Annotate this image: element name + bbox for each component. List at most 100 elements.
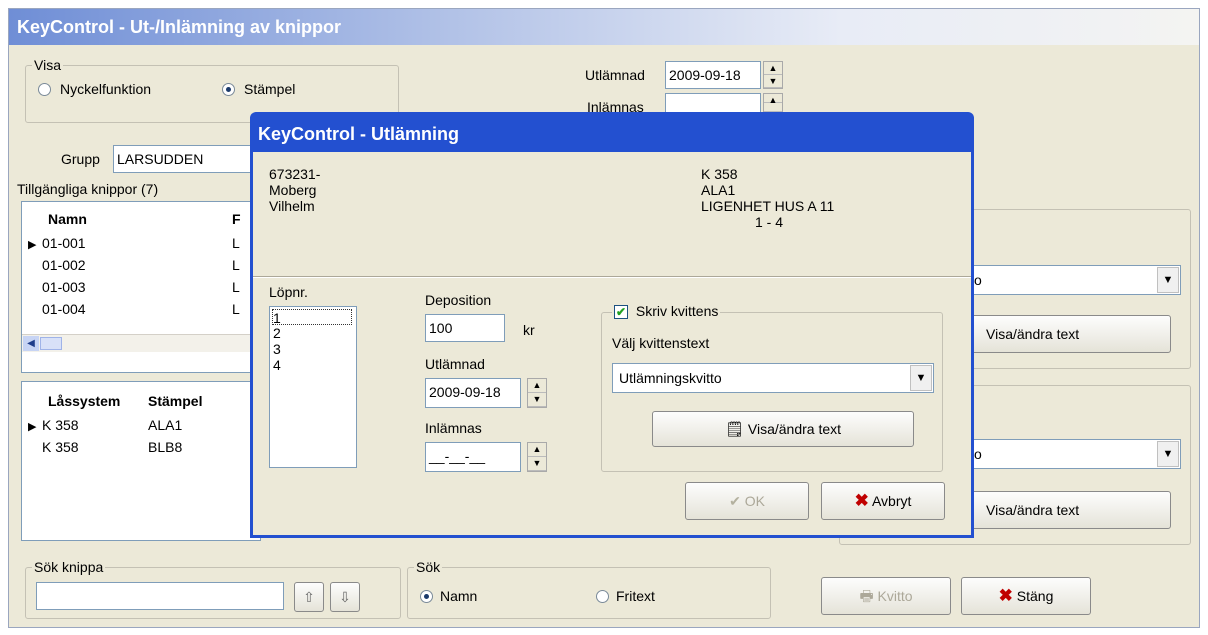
col-namn-header[interactable]: Namn: [48, 211, 87, 227]
col-2-header[interactable]: F: [232, 208, 241, 230]
main-inlamnas-field[interactable]: [665, 93, 761, 113]
sok-fritext-label: Fritext: [616, 588, 655, 604]
col-stampel-header[interactable]: Stämpel: [148, 390, 202, 412]
avbryt-label: Avbryt: [871, 493, 912, 509]
kvittenstext-dropdown[interactable]: Utlämningskvitto ▼: [612, 363, 934, 393]
dialog-utlamnad-spinner[interactable]: ▲ ▼: [527, 378, 547, 408]
right-visa-andra-label-1: Visa/ändra text: [986, 326, 1080, 342]
close-x-icon: ✖: [998, 586, 1013, 605]
visa-legend: Visa: [32, 57, 63, 73]
person-line2: Moberg: [269, 182, 317, 198]
arrow-down-icon[interactable]: ⇩: [330, 582, 360, 612]
deposition-field[interactable]: 100: [425, 314, 505, 342]
knippa-namn: 01-001: [42, 235, 86, 251]
ok-button[interactable]: ✔ OK: [685, 482, 809, 520]
table-row[interactable]: 01-002 L: [28, 254, 260, 276]
person-line3: Vilhelm: [269, 198, 315, 214]
list-item[interactable]: 4: [273, 357, 281, 373]
spin-down-icon[interactable]: ▼: [528, 393, 546, 407]
close-x-icon: ✖: [854, 491, 869, 510]
spin-down-icon[interactable]: ▼: [764, 75, 782, 88]
dialog-utlamnad-field[interactable]: 2009-09-18: [425, 378, 521, 408]
right-visa-andra-button-1[interactable]: Visa/ändra text: [971, 315, 1171, 353]
dialog-visa-andra-button[interactable]: 🗒 Visa/ändra text: [652, 411, 914, 447]
deposition-label: Deposition: [425, 292, 492, 308]
main-inlamnas-spinner[interactable]: ▲: [763, 93, 783, 113]
spin-up-icon[interactable]: ▲: [764, 62, 782, 75]
right-dropdown-2[interactable]: o ▼: [967, 439, 1181, 469]
main-utlamnad-field[interactable]: 2009-09-18: [665, 61, 761, 89]
row-pointer-icon: ▶: [28, 239, 37, 251]
stang-label: Stäng: [1016, 588, 1054, 604]
sok-knippa-group: Sök knippa ⇧ ⇩: [25, 559, 401, 619]
skriv-kvittens-group: ✔ Skriv kvittens Välj kvittenstext Utläm…: [601, 303, 943, 472]
chevron-down-icon[interactable]: ▼: [1157, 441, 1179, 467]
main-utlamnad-label: Utlämnad: [585, 67, 645, 83]
knippa-col2: L: [232, 301, 240, 317]
dialog-inlamnas-field[interactable]: __-__-__: [425, 442, 521, 472]
lopnr-label: Löpnr.: [269, 284, 308, 300]
dialog-separator: [253, 276, 971, 278]
list-item[interactable]: 3: [273, 341, 281, 357]
right-dropdown-1-value: o: [974, 272, 982, 288]
sok-knippa-input[interactable]: [36, 582, 284, 610]
sok-fritext-radio[interactable]: [596, 590, 609, 603]
col-lassystem-header[interactable]: Låssystem: [48, 393, 120, 409]
grupp-field[interactable]: LARSUDDEN: [113, 145, 253, 173]
stampel-radio[interactable]: [222, 83, 235, 96]
right-dropdown-1[interactable]: o ▼: [967, 265, 1181, 295]
knippa-col2: L: [232, 279, 240, 295]
stampel-label: Stämpel: [244, 81, 296, 97]
nyckelfunktion-label: Nyckelfunktion: [60, 81, 152, 97]
table-row[interactable]: 01-004 L: [28, 298, 260, 320]
scroll-left-icon[interactable]: ◀: [23, 336, 39, 351]
stampel-value: ALA1: [148, 417, 183, 433]
list-item[interactable]: 1: [272, 309, 352, 326]
horizontal-scrollbar[interactable]: ◀: [22, 334, 260, 352]
knippor-list[interactable]: Namn F ▶ 01-001 L 01-002 L 01-003 L 01-0…: [21, 201, 261, 373]
right-visa-andra-button-2[interactable]: Visa/ändra text: [971, 491, 1171, 529]
kr-label: kr: [523, 322, 535, 338]
kvittenstext-value: Utlämningskvitto: [619, 370, 722, 386]
right-dropdown-2-value: o: [974, 446, 982, 462]
skriv-kvittens-checkbox[interactable]: ✔: [614, 305, 628, 320]
main-utlamnad-spinner[interactable]: ▲ ▼: [763, 61, 783, 89]
table-row[interactable]: ▶ K 358 ALA1: [28, 414, 260, 436]
list-item[interactable]: 2: [273, 325, 281, 341]
sok-namn-radio[interactable]: [420, 590, 433, 603]
dialog-inlamnas-spinner[interactable]: ▲ ▼: [527, 442, 547, 472]
spin-up-icon[interactable]: ▲: [528, 443, 546, 457]
kvitto-button[interactable]: 🖶 Kvitto: [821, 577, 951, 615]
dialog-inlamnas-label: Inlämnas: [425, 420, 482, 436]
spin-down-icon[interactable]: ▼: [528, 457, 546, 471]
arrow-up-icon[interactable]: ⇧: [294, 582, 324, 612]
skriv-kvittens-legend: ✔ Skriv kvittens: [612, 303, 721, 320]
chevron-down-icon[interactable]: ▼: [910, 365, 932, 391]
lassystem-value: K 358: [42, 417, 79, 433]
utlamning-dialog: KeyControl - Utlämning 673231- Moberg Vi…: [250, 112, 974, 538]
stang-button[interactable]: ✖ Stäng: [961, 577, 1091, 615]
valj-label: Välj kvittenstext: [612, 335, 710, 351]
spin-up-icon[interactable]: ▲: [528, 379, 546, 393]
person-line1: 673231-: [269, 166, 321, 182]
table-row[interactable]: ▶ 01-001 L: [28, 232, 260, 254]
key-line4: 1 - 4: [755, 214, 784, 230]
nyckelfunktion-radio[interactable]: [38, 83, 51, 96]
kvitto-label: Kvitto: [877, 588, 913, 604]
table-row[interactable]: 01-003 L: [28, 276, 260, 298]
right-visa-andra-label-2: Visa/ändra text: [986, 502, 1080, 518]
skriv-kvittens-label: Skriv kvittens: [635, 303, 719, 319]
chevron-down-icon[interactable]: ▼: [1157, 267, 1179, 293]
dialog-body: 673231- Moberg Vilhelm K 358 ALA1 LIGENH…: [253, 152, 971, 535]
knippa-namn: 01-004: [42, 301, 86, 317]
lassystem-value: K 358: [42, 439, 79, 455]
lassystem-list[interactable]: Låssystem Stämpel ▶ K 358 ALA1 K 358 BLB…: [21, 381, 261, 541]
ok-label: OK: [744, 493, 765, 509]
knippor-header: Namn F: [48, 208, 260, 230]
table-row[interactable]: K 358 BLB8: [28, 436, 260, 458]
sok-legend: Sök: [414, 559, 443, 575]
scroll-thumb[interactable]: [40, 337, 62, 350]
lopnr-list[interactable]: 1 2 3 4: [269, 306, 357, 468]
spin-up-icon[interactable]: ▲: [764, 94, 782, 105]
avbryt-button[interactable]: ✖ Avbryt: [821, 482, 945, 520]
